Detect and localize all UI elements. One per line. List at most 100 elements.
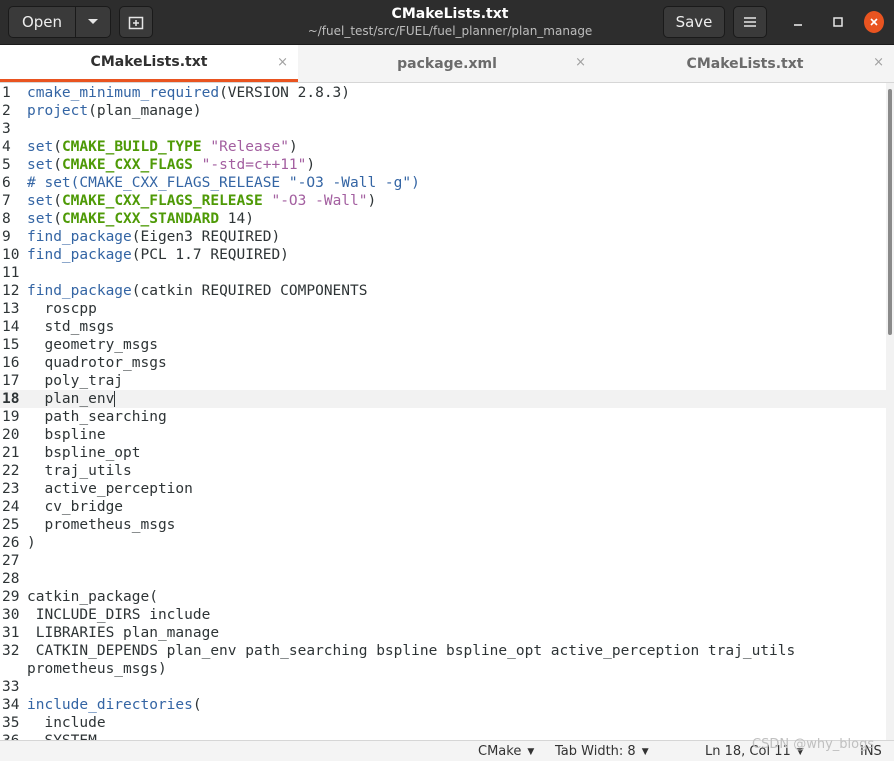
line-code: prometheus_msgs <box>27 516 175 534</box>
code-line[interactable]: 22 traj_utils <box>0 462 886 480</box>
code-line[interactable]: 17 poly_traj <box>0 372 886 390</box>
code-token: bspline_opt <box>27 445 141 461</box>
code-line[interactable]: 13 roscpp <box>0 300 886 318</box>
code-line[interactable]: 28 <box>0 570 886 588</box>
line-number: 22 <box>2 463 20 479</box>
tab-close-icon[interactable]: × <box>873 55 884 70</box>
code-token: INCLUDE_DIRS include <box>27 607 211 623</box>
tab-width-selector[interactable]: Tab Width: 8 ▼ <box>555 744 649 759</box>
maximize-icon <box>833 17 843 27</box>
close-icon <box>864 11 884 33</box>
code-line[interactable]: 12 find_package(catkin REQUIRED COMPONENT… <box>0 282 886 300</box>
line-number: 24 <box>2 499 20 515</box>
line-number: 19 <box>2 409 20 425</box>
code-token: find_package <box>27 283 132 299</box>
code-line[interactable]: 10 find_package(PCL 1.7 REQUIRED) <box>0 246 886 264</box>
code-line[interactable]: 21 bspline_opt <box>0 444 886 462</box>
save-button[interactable]: Save <box>663 6 725 38</box>
code-line[interactable]: 9 find_package(Eigen3 REQUIRED) <box>0 228 886 246</box>
code-line[interactable]: 5 set(CMAKE_CXX_FLAGS "-std=c++11") <box>0 156 886 174</box>
code-line[interactable]: 32 CATKIN_DEPENDS plan_env path_searchin… <box>0 642 886 660</box>
code-line[interactable]: 29 catkin_package( <box>0 588 886 606</box>
code-line[interactable]: 33 <box>0 678 886 696</box>
code-token: include <box>27 715 106 731</box>
code-token: traj_utils <box>27 463 132 479</box>
code-line[interactable]: 14 std_msgs <box>0 318 886 336</box>
code-line[interactable]: 18 plan_env <box>0 390 886 408</box>
tab-width-label: Tab Width: 8 <box>555 744 636 759</box>
code-line[interactable]: 11 <box>0 264 886 282</box>
code-token: ( <box>53 211 62 227</box>
code-line[interactable]: 15 geometry_msgs <box>0 336 886 354</box>
line-code: active_perception <box>27 480 192 498</box>
code-line[interactable]: 4 set(CMAKE_BUILD_TYPE "Release") <box>0 138 886 156</box>
code-line[interactable]: 23 active_perception <box>0 480 886 498</box>
line-code: # set(CMAKE_CXX_FLAGS_RELEASE "-O3 -Wall… <box>27 174 420 192</box>
code-line[interactable]: 16 quadrotor_msgs <box>0 354 886 372</box>
line-code: set(CMAKE_BUILD_TYPE "Release") <box>27 138 298 156</box>
line-code: quadrotor_msgs <box>27 354 166 372</box>
code-token: ) <box>27 535 36 551</box>
scrollbar-thumb[interactable] <box>888 89 892 335</box>
code-line[interactable]: 1 cmake_minimum_required(VERSION 2.8.3) <box>0 84 886 102</box>
line-code: roscpp <box>27 300 96 318</box>
code-line[interactable]: 7 set(CMAKE_CXX_FLAGS_RELEASE "-O3 -Wall"… <box>0 192 886 210</box>
code-token: ) <box>306 157 316 173</box>
minimize-button[interactable] <box>788 12 808 32</box>
line-code: project(plan_manage) <box>27 102 202 120</box>
code-line[interactable]: 3 <box>0 120 886 138</box>
language-label: CMake <box>478 744 522 759</box>
code-token: CMAKE_BUILD_TYPE <box>61 139 202 155</box>
tab-bar: CMakeLists.txt × package.xml × CMakeList… <box>0 45 894 83</box>
code-line[interactable]: 2 project(plan_manage) <box>0 102 886 120</box>
line-code: INCLUDE_DIRS include <box>27 606 211 624</box>
line-code: include <box>27 714 106 732</box>
line-number: 34 <box>2 697 20 713</box>
code-line[interactable]: 20 bspline <box>0 426 886 444</box>
code-line[interactable]: 30 INCLUDE_DIRS include <box>0 606 886 624</box>
code-line[interactable]: 8 set(CMAKE_CXX_STANDARD 14) <box>0 210 886 228</box>
file-path: ~/fuel_test/src/FUEL/fuel_planner/plan_m… <box>307 24 593 38</box>
new-tab-button[interactable] <box>119 6 153 38</box>
line-number: 21 <box>2 445 20 461</box>
language-selector[interactable]: CMake ▼ <box>478 744 534 759</box>
text-editor[interactable]: 1 cmake_minimum_required(VERSION 2.8.3) 2 p… <box>0 83 886 740</box>
line-number: 23 <box>2 481 20 497</box>
code-line[interactable]: 25 prometheus_msgs <box>0 516 886 534</box>
code-line[interactable]: 19 path_searching <box>0 408 886 426</box>
code-line[interactable]: 34 include_directories( <box>0 696 886 714</box>
line-code: path_searching <box>27 408 166 426</box>
line-number: 10 <box>2 247 20 263</box>
open-button[interactable]: Open <box>8 6 76 38</box>
tab-package-xml[interactable]: package.xml × <box>298 45 596 82</box>
vertical-scrollbar[interactable] <box>886 83 894 740</box>
text-cursor <box>114 391 116 407</box>
open-menu-button[interactable] <box>75 6 111 38</box>
code-line[interactable]: 6 # set(CMAKE_CXX_FLAGS_RELEASE "-O3 -Wal… <box>0 174 886 192</box>
line-number: 18 <box>2 391 20 407</box>
hamburger-menu-button[interactable] <box>733 6 767 38</box>
line-number: 12 <box>2 283 20 299</box>
line-number: 15 <box>2 337 20 353</box>
line-code: prometheus_msgs) <box>27 660 167 678</box>
close-window-button[interactable] <box>864 11 884 33</box>
tab-cmakelists-2[interactable]: CMakeLists.txt × <box>596 45 894 82</box>
tab-label: CMakeLists.txt <box>686 55 804 72</box>
code-line[interactable]: 27 <box>0 552 886 570</box>
code-line[interactable]: 31 LIBRARIES plan_manage <box>0 624 886 642</box>
tab-close-icon[interactable]: × <box>277 55 288 70</box>
line-number: 13 <box>2 301 20 317</box>
code-line[interactable]: 24 cv_bridge <box>0 498 886 516</box>
code-line[interactable]: prometheus_msgs) <box>0 660 886 678</box>
line-number: 4 <box>2 139 11 155</box>
line-code: bspline_opt <box>27 444 141 462</box>
code-line[interactable]: 35 include <box>0 714 886 732</box>
tab-close-icon[interactable]: × <box>575 55 586 70</box>
code-line[interactable]: 26) <box>0 534 886 552</box>
line-code: ) <box>27 534 36 552</box>
line-code: set(CMAKE_CXX_FLAGS "-std=c++11") <box>27 156 315 174</box>
tab-cmakelists-1[interactable]: CMakeLists.txt × <box>0 45 298 82</box>
maximize-button[interactable] <box>828 12 848 32</box>
line-code: cv_bridge <box>27 498 123 516</box>
chevron-down-icon: ▼ <box>641 746 649 757</box>
